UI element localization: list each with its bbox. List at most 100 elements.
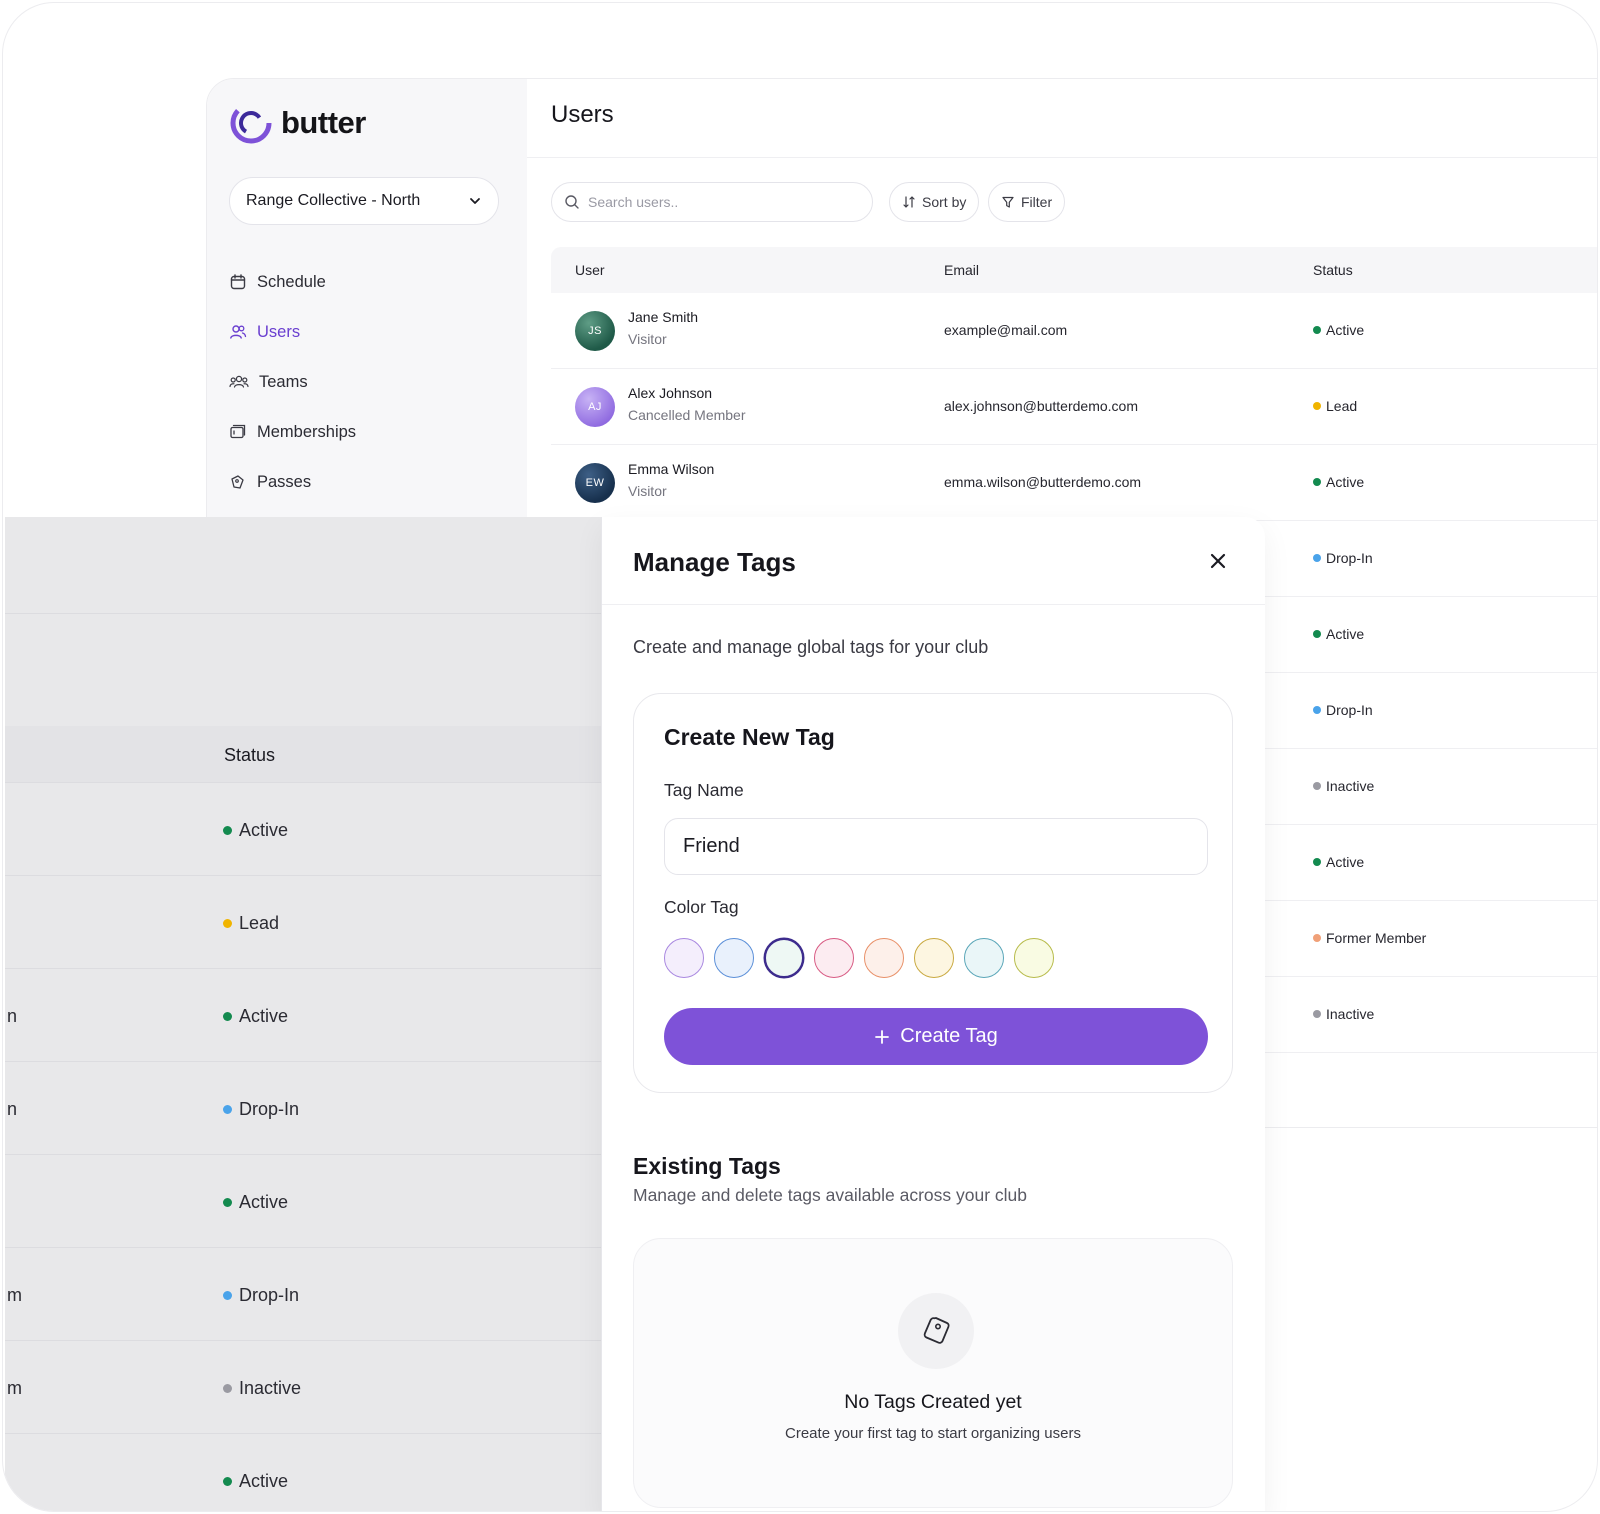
filter-label: Filter bbox=[1021, 194, 1053, 210]
status-dot bbox=[1313, 1010, 1321, 1018]
backdrop-status: Active bbox=[223, 1471, 288, 1492]
sidebar-item-label: Passes bbox=[257, 472, 312, 491]
existing-tags-title: Existing Tags bbox=[633, 1153, 781, 1179]
status-badge: Drop-In bbox=[1313, 550, 1373, 566]
status-dot bbox=[223, 1477, 232, 1486]
color-swatch-teal[interactable] bbox=[964, 938, 1004, 978]
status-dot bbox=[223, 919, 232, 928]
plus-icon bbox=[875, 1029, 890, 1044]
status-text: Inactive bbox=[1326, 778, 1375, 794]
status-dot bbox=[223, 1012, 232, 1021]
status-badge: Inactive bbox=[1313, 1006, 1374, 1022]
close-icon[interactable] bbox=[1207, 550, 1229, 572]
sidebar-item-teams[interactable]: Teams bbox=[227, 357, 507, 407]
passes-icon bbox=[231, 475, 244, 489]
modal-backdrop[interactable]: Status Active Lead n Active n Drop-In Ac… bbox=[5, 517, 601, 1511]
chevron-down-icon bbox=[470, 198, 480, 204]
status-dot bbox=[1313, 858, 1321, 866]
backdrop-status: Inactive bbox=[223, 1378, 301, 1399]
backdrop-status: Drop-In bbox=[223, 1285, 299, 1306]
status-text: Lead bbox=[1326, 398, 1358, 414]
status-badge: Active bbox=[1313, 854, 1364, 870]
table-row[interactable]: EW Emma Wilson Visitor emma.wilson@butte… bbox=[551, 445, 1597, 521]
backdrop-truncated-text: n bbox=[7, 1006, 18, 1026]
tag-name-input[interactable] bbox=[664, 818, 1208, 875]
column-header-email[interactable]: Email bbox=[944, 262, 979, 278]
color-swatch-blue[interactable] bbox=[714, 938, 754, 978]
divider bbox=[527, 157, 1597, 158]
status-text: Drop-In bbox=[239, 1099, 300, 1119]
search-input[interactable]: Search users.. bbox=[551, 182, 873, 222]
status-text: Drop-In bbox=[239, 1285, 300, 1305]
color-swatch-purple[interactable] bbox=[664, 938, 704, 978]
avatar: JS bbox=[575, 311, 615, 351]
sort-button[interactable]: Sort by bbox=[889, 182, 980, 222]
divider bbox=[5, 968, 601, 969]
color-swatch-green-selected[interactable] bbox=[764, 938, 804, 978]
club-selector-value: Range Collective - North bbox=[246, 192, 421, 209]
backdrop-status-header: Status bbox=[224, 745, 276, 765]
page-title: Users bbox=[551, 101, 614, 128]
existing-tags-description: Manage and delete tags available across … bbox=[633, 1185, 1027, 1205]
status-dot bbox=[223, 1291, 232, 1300]
user-subtitle: Visitor bbox=[628, 483, 667, 499]
sidebar-item-label: Teams bbox=[259, 372, 308, 391]
status-badge: Lead bbox=[1313, 398, 1357, 414]
teams-icon bbox=[229, 375, 249, 388]
backdrop-truncated-text: n bbox=[7, 1099, 18, 1119]
column-header-status[interactable]: Status bbox=[1313, 262, 1353, 278]
color-swatch-pink[interactable] bbox=[814, 938, 854, 978]
status-text: Active bbox=[1326, 626, 1365, 642]
sidebar-item-passes[interactable]: Passes bbox=[227, 457, 507, 507]
club-selector[interactable]: Range Collective - North bbox=[229, 177, 499, 225]
status-text: Active bbox=[1326, 474, 1365, 490]
divider bbox=[602, 604, 1265, 605]
column-header-user[interactable]: User bbox=[575, 262, 605, 278]
color-swatch-orange[interactable] bbox=[864, 938, 904, 978]
modal-description: Create and manage global tags for your c… bbox=[633, 637, 989, 657]
sidebar-item-label: Users bbox=[257, 322, 301, 341]
color-swatch-yellow[interactable] bbox=[914, 938, 954, 978]
backdrop-status: Active bbox=[223, 820, 288, 841]
status-text: Active bbox=[1326, 854, 1365, 870]
empty-state: No Tags Created yet Create your first ta… bbox=[633, 1238, 1233, 1508]
manage-tags-modal: Manage Tags Create and manage global tag… bbox=[601, 517, 1265, 1511]
status-dot bbox=[1313, 706, 1321, 714]
status-text: Former Member bbox=[1326, 930, 1427, 946]
avatar: AJ bbox=[575, 387, 615, 427]
filter-button[interactable]: Filter bbox=[988, 182, 1066, 222]
status-badge: Active bbox=[1313, 626, 1364, 642]
status-badge: Active bbox=[1313, 322, 1364, 338]
window-frame: butter Range Collective - North Schedule bbox=[2, 2, 1598, 1512]
user-email: emma.wilson@butterdemo.com bbox=[944, 474, 1142, 490]
brand-name: butter bbox=[281, 105, 366, 140]
backdrop-status: Drop-In bbox=[223, 1099, 299, 1120]
tag-name-label: Tag Name bbox=[664, 780, 744, 800]
table-row[interactable]: AJ Alex Johnson Cancelled Member alex.jo… bbox=[551, 369, 1597, 445]
status-dot bbox=[1313, 326, 1321, 334]
status-text: Active bbox=[239, 1471, 289, 1491]
brand-logo[interactable]: butter bbox=[229, 101, 366, 145]
status-badge: Inactive bbox=[1313, 778, 1374, 794]
status-text: Active bbox=[239, 1192, 289, 1212]
sidebar-item-users[interactable]: Users bbox=[227, 307, 507, 357]
tag-icon bbox=[923, 1317, 950, 1344]
create-tag-card: Create New Tag Tag Name Color Tag Create… bbox=[633, 693, 1233, 1093]
status-dot bbox=[1313, 934, 1321, 942]
user-name: Alex Johnson bbox=[628, 385, 713, 401]
sidebar-item-memberships[interactable]: Memberships bbox=[227, 407, 507, 457]
status-text: Inactive bbox=[239, 1378, 302, 1398]
users-icon bbox=[230, 325, 247, 339]
color-swatch-lime[interactable] bbox=[1014, 938, 1054, 978]
status-dot bbox=[1313, 402, 1321, 410]
table-row[interactable]: JS Jane Smith Visitor example@mail.com A… bbox=[551, 293, 1597, 369]
create-tag-button[interactable]: Create Tag bbox=[664, 1008, 1208, 1065]
status-text: Active bbox=[1326, 322, 1365, 338]
tag-icon-wrapper bbox=[898, 1293, 974, 1369]
backdrop-table-header bbox=[5, 726, 601, 782]
create-tag-title: Create New Tag bbox=[664, 724, 835, 750]
backdrop-truncated-text: m bbox=[7, 1285, 22, 1305]
sidebar-item-schedule[interactable]: Schedule bbox=[227, 257, 507, 307]
status-text: Lead bbox=[239, 913, 280, 933]
sidebar-item-label: Schedule bbox=[257, 272, 326, 291]
